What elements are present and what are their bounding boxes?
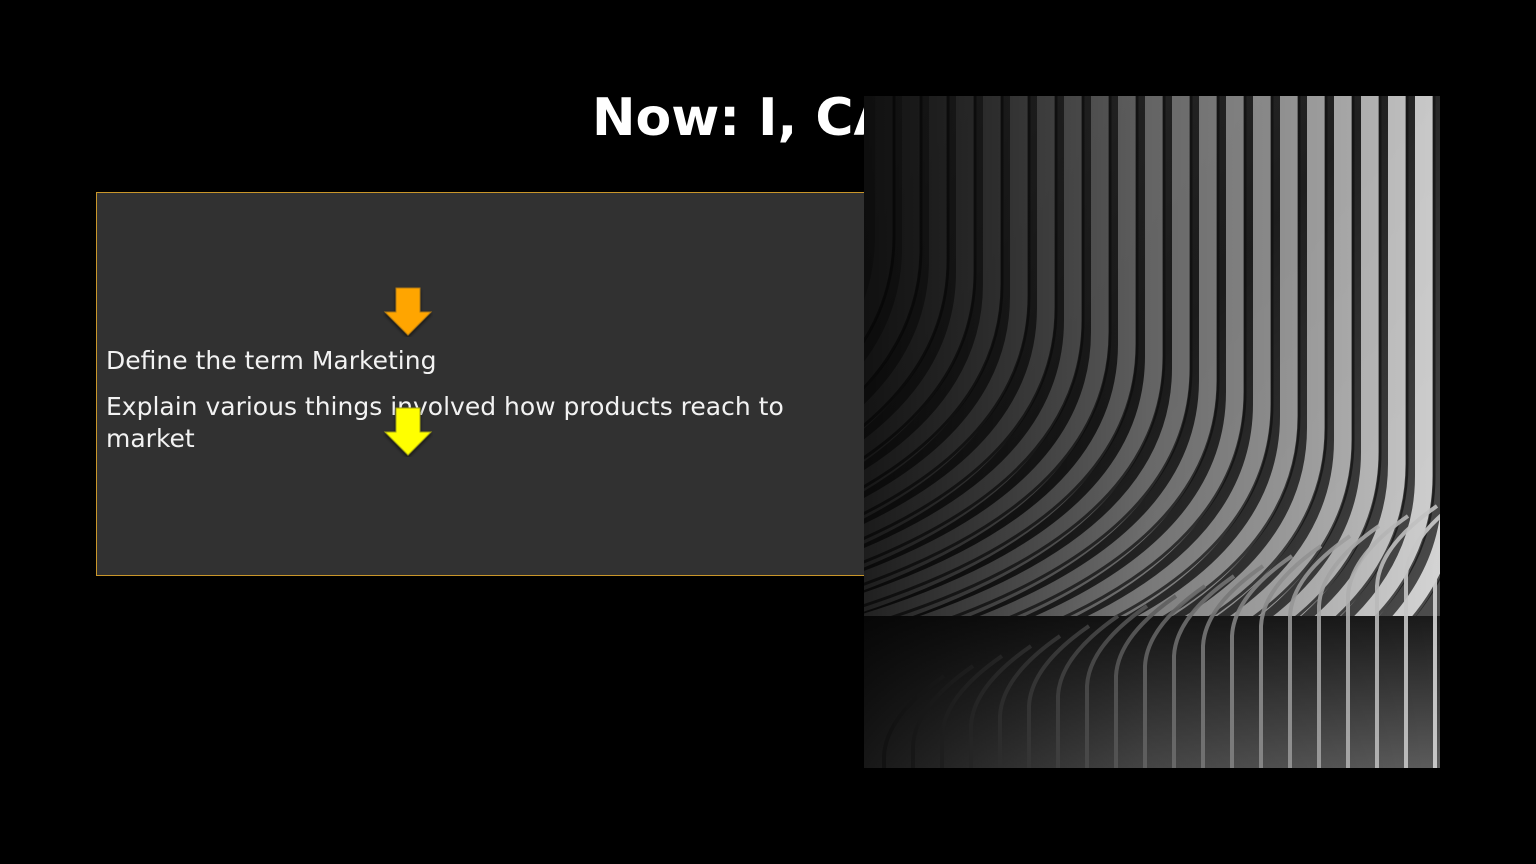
slide: Now: I, CAN Define the term Marketing Ex… (0, 0, 1536, 864)
objective-item: Explain various things involved how prod… (106, 392, 784, 453)
architectural-ribs-photo (864, 96, 1440, 768)
down-arrow-icon (383, 407, 433, 456)
objectives-box: Define the term Marketing Explain variou… (96, 192, 878, 576)
down-arrow-icon (383, 287, 433, 336)
objectives-list: Define the term Marketing Explain variou… (106, 345, 846, 469)
objective-item: Define the term Marketing (106, 346, 437, 375)
